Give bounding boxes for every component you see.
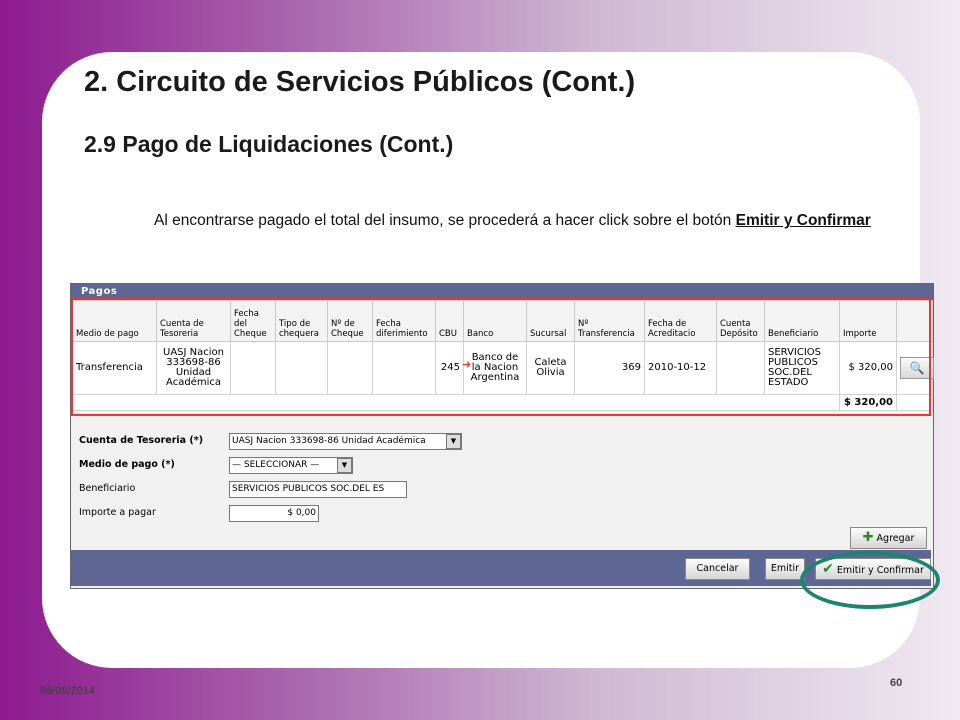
emit-button[interactable]: Emitir	[765, 558, 805, 580]
cuenta-select[interactable]: UASJ Nacion 333698-86 Unidad Académica ▼	[229, 433, 462, 450]
cuenta-select-value: UASJ Nacion 333698-86 Unidad Académica	[232, 436, 426, 446]
cell-sucursal: Caleta Olivia	[526, 341, 575, 395]
medio-select[interactable]: — SELECCIONAR — ▼	[229, 457, 353, 474]
chevron-down-icon: ▼	[337, 458, 352, 473]
beneficiario-field[interactable]: SERVICIOS PUBLICOS SOC.DEL ES	[229, 481, 407, 498]
table-header-row: Medio de pago Cuenta de Tesoreria Fecha …	[72, 300, 933, 342]
checkmark-icon: ✔	[822, 561, 834, 577]
chevron-down-icon: ▼	[446, 434, 461, 449]
col-header: Fecha diferimiento	[372, 300, 436, 342]
cell-nro-transf: 369	[574, 341, 645, 395]
cell-medio: Transferencia	[72, 341, 157, 395]
magnifier-button[interactable]: 🔍	[900, 357, 934, 379]
cell-beneficiario: SERVICIOS PUBLICOS SOC.DEL ESTADO	[764, 341, 840, 395]
medio-select-value: — SELECCIONAR —	[232, 460, 320, 470]
col-header: Fecha del Cheque	[230, 300, 276, 342]
col-header: Nº de Cheque	[327, 300, 373, 342]
cell-cbu: 245	[435, 341, 464, 395]
cancel-button-label: Cancelar	[696, 563, 739, 574]
page-number: 60	[890, 677, 903, 689]
add-button-label: Agregar	[876, 533, 915, 544]
cell-tipo-chequera	[275, 341, 328, 395]
col-header: Cuenta de Tesoreria	[156, 300, 231, 342]
instruction-paragraph: Al encontrarse pagado el total del insum…	[60, 210, 910, 232]
total-spacer	[72, 394, 840, 411]
col-header	[896, 300, 933, 342]
cell-nro-cheque	[327, 341, 373, 395]
cancel-button[interactable]: Cancelar	[685, 558, 750, 580]
arrow-icon: ➜	[462, 359, 472, 371]
col-header: Importe	[839, 300, 897, 342]
col-header: Cuenta Depósito	[716, 300, 765, 342]
slide-subtitle: 2.9 Pago de Liquidaciones (Cont.)	[84, 131, 454, 157]
payments-window: Pagos Medio de pago Cuenta de Tesoreria …	[70, 283, 934, 589]
slide-title: 2. Circuito de Servicios Públicos (Cont.…	[84, 66, 636, 98]
importe-field[interactable]: $ 0,00	[229, 505, 319, 522]
col-header: Beneficiario	[764, 300, 840, 342]
slide-date: 06/05/2014	[40, 685, 96, 697]
table-row[interactable]: Transferencia UASJ Nacion 333698-86 Unid…	[72, 341, 934, 395]
cell-cuenta: UASJ Nacion 333698-86 Unidad Académica	[156, 341, 231, 395]
add-button[interactable]: ✚ Agregar	[850, 527, 927, 549]
col-header: Nº Transferencia	[574, 300, 645, 342]
emit-button-label: Emitir	[770, 563, 800, 574]
total-value: $ 320,00	[839, 394, 897, 411]
emit-confirm-button[interactable]: ✔ Emitir y Confirmar	[815, 558, 931, 580]
payments-table: Medio de pago Cuenta de Tesoreria Fecha …	[72, 300, 934, 411]
importe-label: Importe a pagar	[79, 507, 156, 518]
col-header: Medio de pago	[72, 300, 157, 342]
col-header: Fecha de Acreditacio	[644, 300, 717, 342]
cell-importe: $ 320,00	[839, 341, 897, 395]
emit-confirm-button-label: Emitir y Confirmar	[836, 565, 924, 576]
action-toolbar: Cancelar Emitir ✔ Emitir y Confirmar	[71, 550, 931, 586]
col-header: CBU	[435, 300, 464, 342]
medio-label: Medio de pago (*)	[79, 459, 175, 470]
section-title: Pagos	[81, 286, 118, 297]
plus-icon: ✚	[862, 530, 874, 545]
cell-action: 🔍	[896, 341, 934, 395]
cell-cuenta-dep	[716, 341, 765, 395]
section-title-bar: Pagos	[71, 284, 933, 300]
col-header: Banco	[463, 300, 527, 342]
col-header: Sucursal	[526, 300, 575, 342]
cuenta-label: Cuenta de Tesoreria (*)	[79, 435, 204, 446]
total-row: $ 320,00	[72, 394, 933, 411]
cell-fecha-cheque	[230, 341, 276, 395]
cell-fecha-acred: 2010-10-12	[644, 341, 717, 395]
cell-banco: Banco de la Nacion Argentina	[463, 341, 527, 395]
beneficiario-label: Beneficiario	[79, 483, 136, 494]
col-header: Tipo de chequera	[275, 300, 328, 342]
cell-fecha-dif	[372, 341, 436, 395]
instruction-text: Al encontrarse pagado el total del insum…	[154, 212, 732, 229]
magnifier-icon: 🔍	[909, 361, 925, 375]
total-empty	[896, 394, 933, 411]
instruction-link: Emitir y Confirmar	[735, 212, 871, 229]
